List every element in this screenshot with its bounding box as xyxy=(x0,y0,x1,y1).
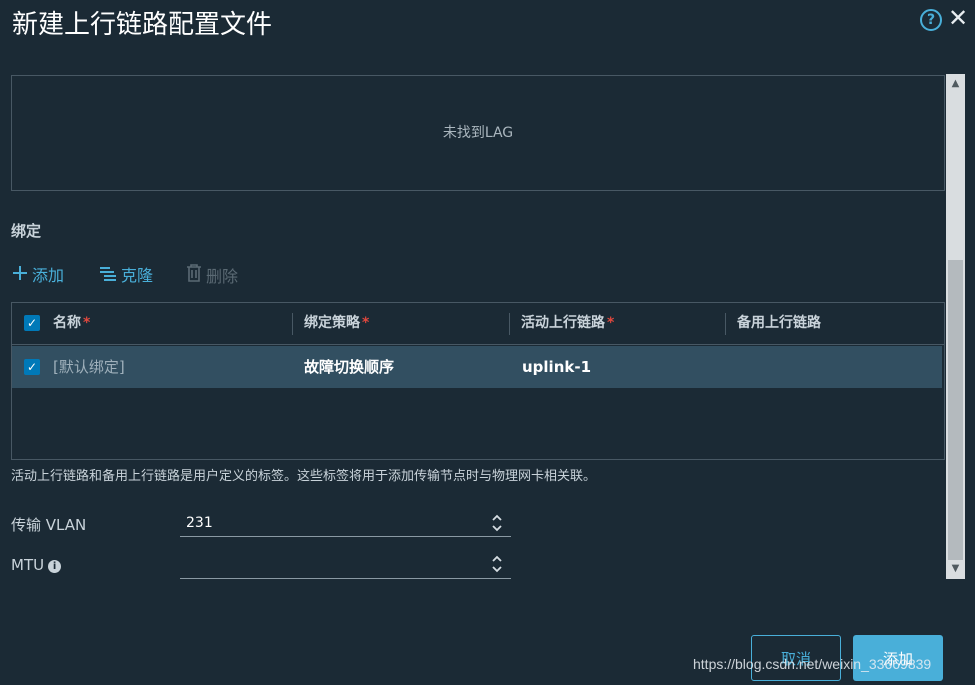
clone-binding-label: 克隆 xyxy=(121,266,154,285)
clone-icon xyxy=(99,264,117,288)
column-header-policy[interactable]: 绑定策略 * xyxy=(304,303,369,345)
column-separator[interactable] xyxy=(725,313,726,335)
row-active-uplink: uplink-1 xyxy=(522,358,592,376)
delete-binding-button[interactable]: 删除 xyxy=(186,264,238,288)
row-checkbox[interactable]: ✓ xyxy=(24,359,40,375)
dialog-title: 新建上行链路配置文件 xyxy=(12,10,273,40)
table-header: ✓ 名称 * 绑定策略 * 活动上行链路 * 备用上行链路 xyxy=(12,303,944,345)
mtu-input[interactable] xyxy=(180,551,511,579)
required-mark: * xyxy=(83,315,91,331)
add-binding-button[interactable]: 添加 xyxy=(12,264,64,288)
transport-vlan-input[interactable] xyxy=(180,509,511,537)
column-separator[interactable] xyxy=(509,313,510,335)
table-row[interactable]: ✓ [默认绑定] 故障切换顺序 uplink-1 xyxy=(12,346,942,388)
trash-icon xyxy=(186,264,202,289)
scroll-up-arrow-icon[interactable]: ▲ xyxy=(946,76,965,92)
scroll-down-arrow-icon[interactable]: ▼ xyxy=(946,561,965,577)
mtu-label-text: MTU xyxy=(11,556,45,574)
help-icon[interactable]: ? xyxy=(920,9,942,31)
scroll-thumb[interactable] xyxy=(948,260,963,560)
transport-vlan-stepper-icon[interactable] xyxy=(489,512,505,536)
column-separator[interactable] xyxy=(292,313,293,335)
delete-binding-label: 删除 xyxy=(206,267,239,286)
column-policy-label: 绑定策略 xyxy=(304,315,360,331)
bindings-table: ✓ 名称 * 绑定策略 * 活动上行链路 * 备用上行链路 ✓ [默认绑定] 故障切换… xyxy=(11,302,945,460)
column-header-name[interactable]: 名称 * xyxy=(53,303,90,345)
select-all-checkbox[interactable]: ✓ xyxy=(24,315,40,331)
lag-panel: 未找到LAG xyxy=(11,75,945,191)
info-icon[interactable]: i xyxy=(48,560,62,573)
column-header-active[interactable]: 活动上行链路 * xyxy=(521,303,614,345)
column-name-label: 名称 xyxy=(53,315,81,331)
mtu-label: MTU i xyxy=(11,556,62,574)
row-name: [默认绑定] xyxy=(53,358,125,376)
add-binding-label: 添加 xyxy=(32,266,65,285)
column-active-label: 活动上行链路 xyxy=(521,315,605,331)
column-header-standby[interactable]: 备用上行链路 xyxy=(737,303,821,345)
plus-icon xyxy=(12,264,28,288)
transport-vlan-label: 传输 VLAN xyxy=(11,516,87,534)
watermark-text: https://blog.csdn.net/weixin_33669839 xyxy=(693,656,932,672)
required-mark: * xyxy=(362,315,370,331)
row-policy: 故障切换顺序 xyxy=(304,358,395,376)
bindings-section-title: 绑定 xyxy=(11,222,42,240)
bindings-help-text: 活动上行链路和备用上行链路是用户定义的标签。这些标签将用于添加传输节点时与物理网… xyxy=(11,469,597,484)
mtu-stepper-icon[interactable] xyxy=(489,553,505,577)
required-mark: * xyxy=(607,315,615,331)
lag-empty-text: 未找到LAG xyxy=(442,125,514,141)
scrollbar[interactable]: ▲ ▼ xyxy=(946,74,965,579)
clone-binding-button[interactable]: 克隆 xyxy=(99,264,153,288)
close-icon[interactable]: ✕ xyxy=(948,4,968,32)
